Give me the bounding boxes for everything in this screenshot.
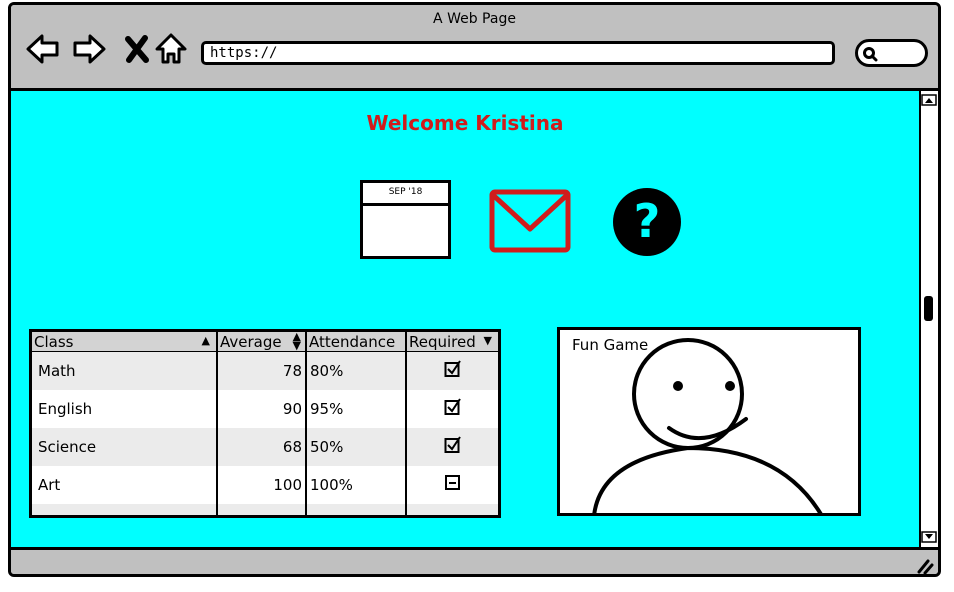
sort-descending-icon: ▼ [483, 334, 492, 347]
column-header-label: Required [409, 332, 476, 351]
close-icon[interactable] [119, 31, 155, 67]
arrow-left-icon[interactable] [25, 31, 61, 67]
column-header-attendance[interactable]: Attendance [305, 330, 406, 352]
game-placeholder-image [592, 338, 823, 513]
column-header-label: Average [220, 332, 282, 351]
calendar-button[interactable]: SEP '18 [360, 180, 451, 259]
grades-table: Class ▲ Average ▲ ▼ Attendance Required ▼ [29, 329, 501, 518]
vertical-scrollbar[interactable] [919, 91, 938, 549]
status-bar [11, 547, 938, 574]
search-icon [863, 47, 878, 62]
scrollbar-thumb[interactable] [924, 296, 933, 321]
required-cell [405, 427, 500, 466]
class-cell: Math [30, 351, 217, 390]
help-icon[interactable]: ? [611, 186, 683, 258]
average-cell: 68 [216, 427, 306, 466]
page-title: Welcome Kristina [366, 111, 564, 135]
attendance-cell: 95% [305, 389, 406, 428]
table-row[interactable]: Math 78 80% [30, 351, 500, 390]
page-content: Welcome Kristina SEP '18 ? Class ▲ Avera… [11, 91, 919, 547]
browser-window: A Web Page https:// Welcome Kristina SEP… [8, 2, 941, 577]
sort-ascending-icon: ▲ [201, 334, 210, 347]
attendance-cell: 100% [305, 465, 406, 504]
required-cell [405, 389, 500, 428]
column-header-required[interactable]: Required ▼ [405, 330, 500, 352]
class-cell: Science [30, 427, 217, 466]
calendar-month-label: SEP '18 [363, 183, 448, 206]
column-header-label: Class [34, 332, 74, 351]
table-row [30, 503, 500, 517]
checkbox-checked-icon[interactable] [444, 360, 462, 378]
attendance-cell: 80% [305, 351, 406, 390]
sort-both-icon: ▲ ▼ [292, 330, 301, 352]
home-icon[interactable] [153, 31, 189, 67]
checkbox-checked-icon[interactable] [444, 398, 462, 416]
column-header-class[interactable]: Class ▲ [30, 330, 217, 352]
checkbox-indeterminate-icon[interactable] [444, 474, 462, 492]
table-row[interactable]: Science 68 50% [30, 427, 500, 466]
average-cell: 100 [216, 465, 306, 504]
svg-text:?: ? [634, 194, 661, 248]
search-button[interactable] [855, 39, 928, 67]
table-header-row: Class ▲ Average ▲ ▼ Attendance Required ▼ [30, 330, 500, 352]
scroll-down-icon[interactable] [921, 531, 937, 543]
browser-toolbar: A Web Page https:// [11, 5, 938, 91]
required-cell [405, 351, 500, 390]
address-bar-value[interactable]: https:// [210, 45, 277, 61]
arrow-right-icon[interactable] [71, 31, 107, 67]
average-cell: 78 [216, 351, 306, 390]
attendance-cell: 50% [305, 427, 406, 466]
mail-icon[interactable] [489, 189, 571, 255]
average-cell: 90 [216, 389, 306, 428]
class-cell: English [38, 399, 93, 418]
checkbox-checked-icon[interactable] [444, 436, 462, 454]
column-header-label: Attendance [309, 332, 396, 351]
window-title: A Web Page [433, 11, 516, 27]
game-panel[interactable]: Fun Game [557, 327, 861, 516]
address-bar[interactable]: https:// [201, 41, 835, 65]
column-header-average[interactable]: Average ▲ ▼ [216, 330, 306, 352]
resize-grip-icon[interactable] [916, 558, 934, 574]
table-row[interactable]: English 90 95% [31, 389, 500, 428]
scroll-up-icon[interactable] [921, 94, 937, 106]
table-row[interactable]: Art 100 100% [31, 465, 500, 504]
required-cell [405, 465, 500, 504]
class-cell: Art [38, 475, 61, 494]
